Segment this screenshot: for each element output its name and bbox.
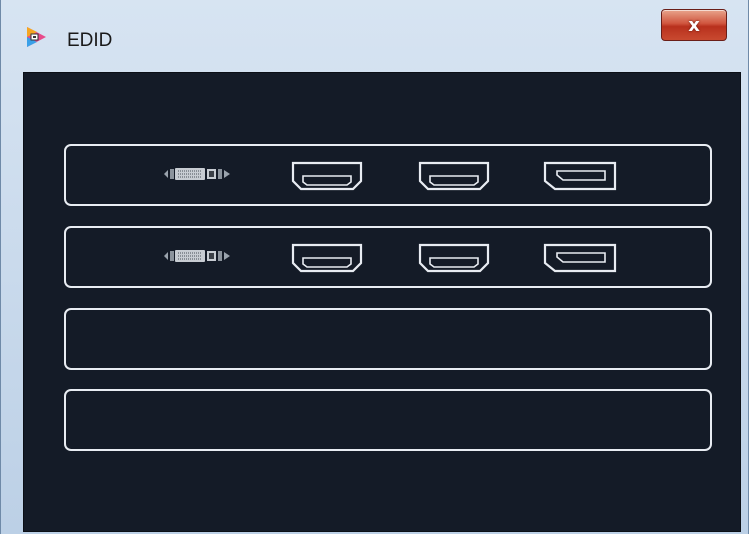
port-row-1[interactable] [64, 144, 712, 206]
close-button[interactable]: x [661, 9, 727, 41]
dvi-icon[interactable] [162, 166, 232, 182]
displayport-icon[interactable] [543, 243, 617, 273]
edid-window: EDID x [0, 0, 749, 534]
dvi-icon[interactable] [162, 248, 232, 264]
title-bar[interactable]: EDID x [1, 0, 749, 72]
hdmi-icon[interactable] [418, 243, 490, 273]
app-icon [27, 27, 46, 47]
port-row-2[interactable] [64, 226, 712, 288]
port-row-3[interactable] [64, 308, 712, 370]
displayport-icon[interactable] [543, 161, 617, 191]
close-icon: x [688, 14, 700, 36]
hdmi-icon[interactable] [418, 161, 490, 191]
hdmi-icon[interactable] [291, 161, 363, 191]
edid-panel [23, 72, 741, 532]
window-title: EDID [67, 30, 113, 51]
port-row-4[interactable] [64, 389, 712, 451]
hdmi-icon[interactable] [291, 243, 363, 273]
